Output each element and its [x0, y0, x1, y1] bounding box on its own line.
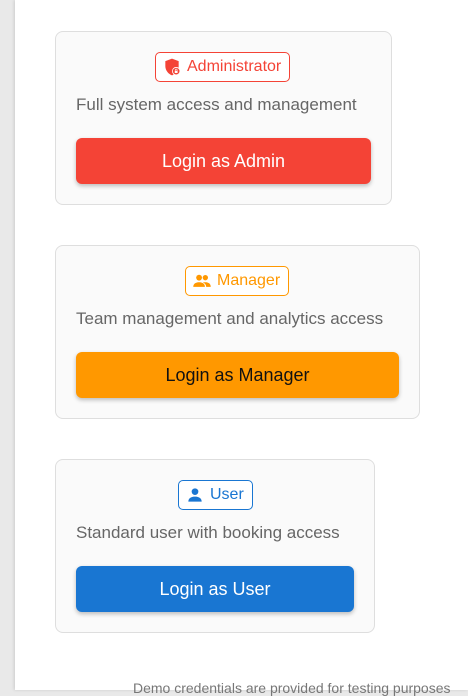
user-role-badge-label: User [210, 486, 244, 503]
manager-role-description: Team management and analytics access [76, 309, 384, 328]
user-role-card: User Standard user with booking access L… [55, 459, 375, 633]
login-as-user-button[interactable]: Login as User [76, 566, 354, 612]
user-role-description: Standard user with booking access [76, 523, 340, 542]
admin-role-card: Administrator Full system access and man… [55, 31, 392, 205]
user-role-badge: User [178, 480, 253, 510]
demo-credentials-note: Demo credentials are provided for testin… [133, 680, 451, 696]
admin-role-badge: Administrator [155, 52, 291, 82]
admin-role-badge-label: Administrator [187, 58, 282, 75]
login-panel: Administrator Full system access and man… [15, 0, 468, 696]
manager-role-badge-label: Manager [217, 272, 281, 289]
login-as-admin-button[interactable]: Login as Admin [76, 138, 371, 184]
shield-lock-icon [162, 57, 182, 77]
manager-role-badge: Manager [185, 266, 290, 296]
login-as-manager-button[interactable]: Login as Manager [76, 352, 399, 398]
manager-role-card: Manager Team management and analytics ac… [55, 245, 420, 419]
people-icon [192, 271, 212, 291]
admin-role-description: Full system access and management [76, 95, 357, 114]
person-icon [185, 485, 205, 505]
